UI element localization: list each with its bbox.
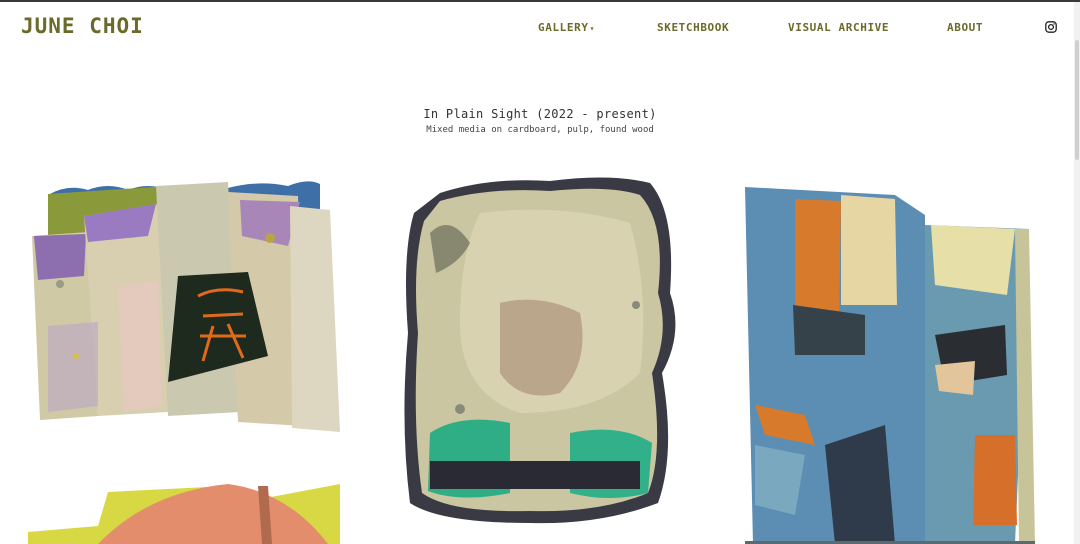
- artwork-2[interactable]: [400, 173, 680, 529]
- nav-visual-archive[interactable]: VISUAL ARCHIVE: [788, 21, 889, 34]
- series-title: In Plain Sight (2022 - present): [423, 107, 657, 121]
- instagram-icon[interactable]: [1045, 21, 1057, 33]
- top-border: [0, 0, 1080, 2]
- chevron-down-icon: ▾: [589, 24, 595, 33]
- nav-gallery[interactable]: GALLERY▾: [538, 21, 595, 34]
- nav-sketchbook[interactable]: SKETCHBOOK: [657, 21, 729, 34]
- nav-about[interactable]: ABOUT: [947, 21, 983, 34]
- artwork-4[interactable]: [28, 482, 340, 544]
- artwork-3[interactable]: [745, 185, 1035, 544]
- nav-gallery-label: GALLERY: [538, 21, 589, 34]
- artwork-1[interactable]: [28, 176, 346, 434]
- site-title-link[interactable]: JUNE CHOI: [21, 14, 144, 38]
- scrollbar-thumb[interactable]: [1075, 40, 1079, 160]
- series-medium: Mixed media on cardboard, pulp, found wo…: [426, 125, 654, 135]
